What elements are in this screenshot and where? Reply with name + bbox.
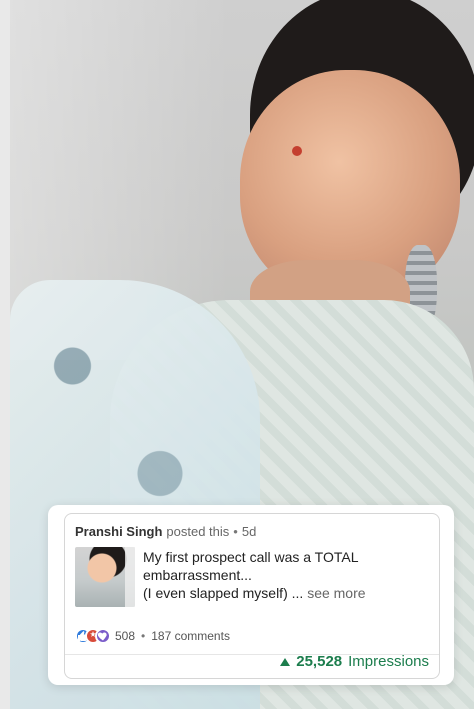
author-name[interactable]: Pranshi Singh xyxy=(75,524,162,539)
post-age: 5d xyxy=(241,524,257,539)
post-text-line: embarrassment... xyxy=(143,567,252,583)
post-screenshot: Pranshi Singh posted this • 5d My first … xyxy=(0,0,474,709)
post-preview-inner[interactable]: Pranshi Singh posted this • 5d My first … xyxy=(64,513,440,679)
impressions-number: 25,528 xyxy=(296,653,343,670)
separator-dot: • xyxy=(233,524,238,539)
reactions-count: 508 xyxy=(115,629,136,643)
post-preview-card[interactable]: Pranshi Singh posted this • 5d My first … xyxy=(48,505,454,685)
separator-dot: • xyxy=(141,629,146,643)
post-text: My first prospect call was a TOTAL embar… xyxy=(143,548,429,602)
post-header: Pranshi Singh posted this • 5d xyxy=(75,524,256,539)
impressions-label: Impressions xyxy=(348,653,429,670)
photo-left-border xyxy=(0,0,10,709)
reactions-row[interactable]: 508 • 187 comments xyxy=(75,628,230,644)
post-thumbnail[interactable] xyxy=(75,547,135,607)
post-text-line-content: (I even slapped myself) ... xyxy=(143,585,304,601)
impressions-summary: 25,528 Impressions xyxy=(280,653,429,670)
up-triangle-icon xyxy=(280,658,291,666)
bindi xyxy=(292,146,302,156)
see-more-link[interactable]: see more xyxy=(307,585,365,601)
posted-phrase: posted this xyxy=(166,524,230,539)
post-text-line: (I even slapped myself) ... see more xyxy=(143,584,429,602)
thumbnail-edge xyxy=(125,547,135,607)
reaction-icons xyxy=(75,628,111,644)
support-icon xyxy=(95,628,111,644)
post-text-line: My first prospect call was a TOTAL xyxy=(143,549,359,565)
comments-count[interactable]: 187 comments xyxy=(151,629,230,643)
